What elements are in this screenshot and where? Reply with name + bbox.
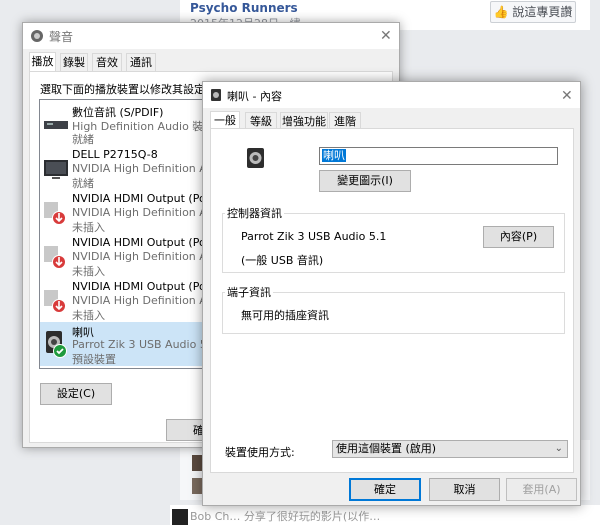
feed-post-text: Bob Ch… 分享了很好玩的影片(以作… (190, 510, 381, 523)
thumbs-up-icon: 👍 (493, 5, 509, 19)
playback-device-list[interactable]: 數位音訊 (S/PDIF) High Definition Audio 裝置 就… (39, 99, 206, 369)
speaker-default-icon (46, 331, 67, 358)
list-item[interactable]: 數位音訊 (S/PDIF) High Definition Audio 裝置 就… (40, 102, 205, 146)
list-item[interactable]: NVIDIA HDMI Output (Port NVIDIA High Def… (40, 278, 205, 322)
hdmi-unplugged-icon (44, 246, 66, 269)
sound-dialog-titlebar[interactable]: 聲音 ✕ (23, 23, 399, 49)
list-item[interactable]: 喇叭 Parrot Zik 3 USB Audio 5.1 預設裝置 (40, 322, 205, 366)
jack-info-text: 無可用的插座資訊 (241, 309, 329, 322)
configure-button[interactable]: 設定(C) (40, 383, 112, 405)
speaker-icon (31, 30, 43, 42)
speaker-device-icon (247, 148, 264, 168)
close-icon[interactable]: ✕ (561, 89, 573, 103)
monitor-icon (44, 160, 68, 179)
device-name: NVIDIA HDMI Output (Port (72, 192, 206, 205)
page-title[interactable]: Psycho Runners (190, 1, 298, 15)
device-status: 就緒 (72, 177, 94, 190)
device-usage-select[interactable]: 使用這個裝置 (啟用) ⌄ (332, 440, 568, 458)
properties-button[interactable]: 內容(P) (483, 226, 554, 248)
controller-info-title: 控制器資訊 (225, 205, 284, 221)
spdif-device-icon (44, 121, 68, 129)
device-driver: NVIDIA High Definition Aud (72, 162, 206, 175)
tab-playback[interactable]: 播放 (29, 52, 56, 73)
tab-recording[interactable]: 錄製 (60, 53, 88, 72)
like-button-label: 說這專頁讚 (512, 5, 573, 19)
avatar[interactable] (172, 509, 188, 525)
device-name-field[interactable]: 喇叭 (319, 147, 558, 165)
list-item[interactable]: NVIDIA HDMI Output (Port NVIDIA High Def… (40, 190, 205, 234)
controller-name: Parrot Zik 3 USB Audio 5.1 (241, 230, 387, 243)
cancel-button[interactable]: 取消 (429, 478, 500, 501)
jack-info-title: 端子資訊 (225, 284, 273, 300)
general-panel: 喇叭 變更圖示(I) 控制器資訊 Parrot Zik 3 USB Audio … (210, 128, 574, 473)
sound-dialog-title: 聲音 (49, 30, 74, 44)
like-page-button[interactable]: 👍 說這專頁讚 (490, 1, 576, 23)
change-icon-button[interactable]: 變更圖示(I) (319, 170, 411, 192)
device-status: 就緒 (72, 133, 94, 146)
tab-communications[interactable]: 通訊 (126, 53, 156, 72)
device-status: 未插入 (72, 221, 105, 234)
device-driver: NVIDIA High Definition Aud (72, 294, 206, 307)
chevron-down-icon: ⌄ (554, 443, 563, 454)
device-status: 預設裝置 (72, 353, 116, 366)
device-driver: NVIDIA High Definition Aud (72, 250, 206, 263)
device-status: 未插入 (72, 309, 105, 322)
ok-button[interactable]: 確定 (349, 478, 421, 501)
properties-title: 喇叭 - 內容 (227, 90, 282, 103)
close-icon[interactable]: ✕ (380, 29, 392, 43)
list-item[interactable]: DELL P2715Q-8 NVIDIA High Definition Aud… (40, 146, 205, 190)
hdmi-unplugged-icon (44, 202, 66, 225)
device-name: NVIDIA HDMI Output (Port (72, 280, 206, 293)
instruction-text: 選取下面的播放裝置以修改其設定: (40, 83, 209, 96)
device-driver: Parrot Zik 3 USB Audio 5.1 (72, 338, 206, 351)
speaker-properties-dialog: 喇叭 - 內容 ✕ 一般 等級 增強功能 進階 喇叭 變更圖示(I) 控制器資訊… (202, 81, 581, 506)
device-name: NVIDIA HDMI Output (Port (72, 236, 206, 249)
list-item[interactable]: NVIDIA HDMI Output (Port NVIDIA High Def… (40, 234, 205, 278)
device-status: 未插入 (72, 265, 105, 278)
controller-type: (一般 USB 音訊) (241, 254, 324, 267)
device-name-value: 喇叭 (322, 149, 346, 162)
properties-titlebar[interactable]: 喇叭 - 內容 ✕ (203, 82, 580, 108)
apply-button[interactable]: 套用(A) (506, 478, 577, 501)
device-usage-value: 使用這個裝置 (啟用) (336, 442, 437, 455)
speaker-icon (211, 89, 221, 101)
tab-sounds[interactable]: 音效 (92, 53, 122, 72)
device-usage-label: 裝置使用方式: (225, 446, 295, 459)
device-driver: NVIDIA High Definition Aud (72, 206, 206, 219)
hdmi-unplugged-icon (44, 290, 66, 313)
device-name: DELL P2715Q-8 (72, 148, 158, 161)
